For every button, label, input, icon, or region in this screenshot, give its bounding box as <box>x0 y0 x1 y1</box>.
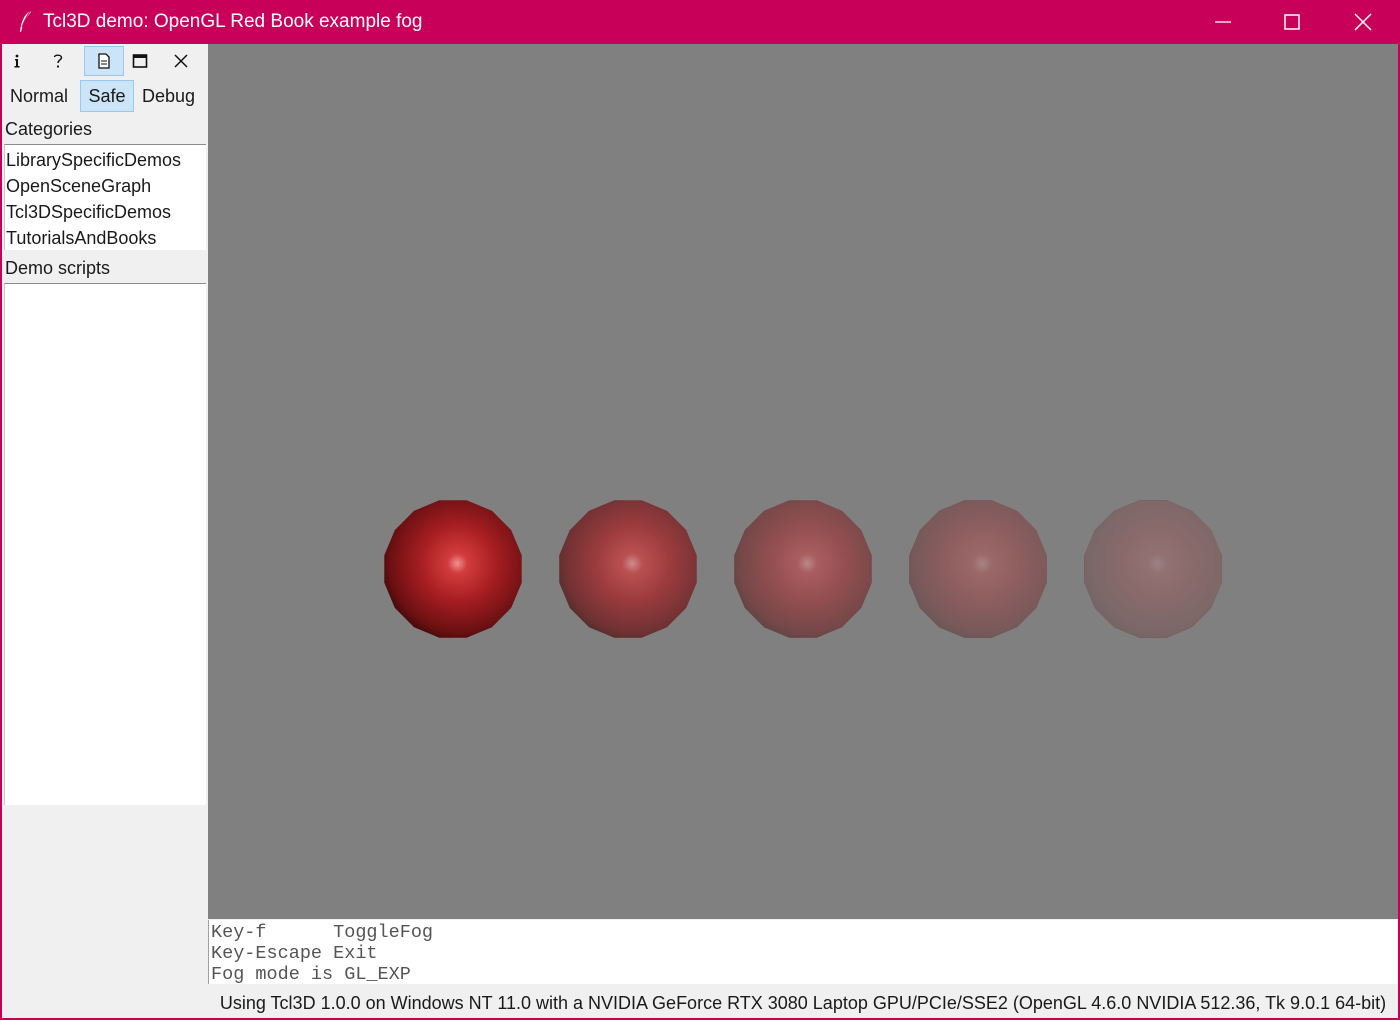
mode-normal-button[interactable]: Normal <box>5 80 73 112</box>
close-window-button[interactable] <box>1328 0 1398 44</box>
title-bar: Tcl3D demo: OpenGL Red Book example fog <box>0 0 1400 44</box>
console-output: Key-f ToggleFog Key-Escape Exit Fog mode… <box>208 920 1398 985</box>
fog-sphere <box>1084 500 1222 638</box>
fog-sphere <box>384 500 522 638</box>
fog-scene <box>384 500 1222 638</box>
category-item-tcl3d-specific-demos[interactable]: Tcl3DSpecificDemos <box>5 199 206 225</box>
fog-sphere <box>734 500 872 638</box>
close-icon <box>174 54 188 68</box>
category-item-tutorials-and-books[interactable]: TutorialsAndBooks <box>5 225 206 251</box>
document-button[interactable] <box>84 46 124 76</box>
category-item-library-specific-demos[interactable]: LibrarySpecificDemos <box>5 147 206 173</box>
spheres <box>384 500 1222 638</box>
sidebar: Normal Safe Debug Categories LibrarySpec… <box>2 44 208 1018</box>
close-window-icon <box>1354 13 1372 31</box>
console-line: Fog mode is GL_EXP <box>211 964 411 985</box>
fog-sphere <box>909 500 1047 638</box>
maximize-button[interactable] <box>120 46 160 76</box>
console-line: Key-Escape Exit <box>211 943 378 964</box>
category-item-open-scene-graph[interactable]: OpenSceneGraph <box>5 173 206 199</box>
info-icon <box>14 54 20 68</box>
categories-list[interactable]: LibrarySpecificDemos OpenSceneGraph Tcl3… <box>4 144 206 250</box>
demo-scripts-label: Demo scripts <box>5 258 111 278</box>
feather-icon <box>20 10 31 32</box>
close-button[interactable] <box>161 46 201 76</box>
document-icon <box>98 53 110 69</box>
console-line: Key-f ToggleFog <box>211 922 434 943</box>
mode-safe-button[interactable]: Safe <box>80 80 134 112</box>
fog-sphere <box>559 500 697 638</box>
help-icon <box>53 54 63 68</box>
status-bar: Using Tcl3D 1.0.0 on Windows NT 11.0 wit… <box>219 993 1387 1013</box>
categories-label: Categories <box>5 119 93 139</box>
app-frame: Normal Safe Debug Categories LibrarySpec… <box>2 44 1398 1018</box>
minimize-button[interactable] <box>1188 0 1258 44</box>
opengl-canvas[interactable] <box>208 44 1398 919</box>
maximize-icon <box>132 54 148 68</box>
help-button[interactable] <box>38 46 78 76</box>
info-button[interactable] <box>2 46 37 76</box>
demo-scripts-list[interactable] <box>4 283 206 805</box>
maximize-window-button[interactable] <box>1257 0 1327 44</box>
window-title: Tcl3D demo: OpenGL Red Book example fog <box>43 11 423 32</box>
mode-debug-button[interactable]: Debug <box>137 80 200 112</box>
minimize-icon <box>1215 21 1231 23</box>
maximize-window-icon <box>1284 14 1300 30</box>
